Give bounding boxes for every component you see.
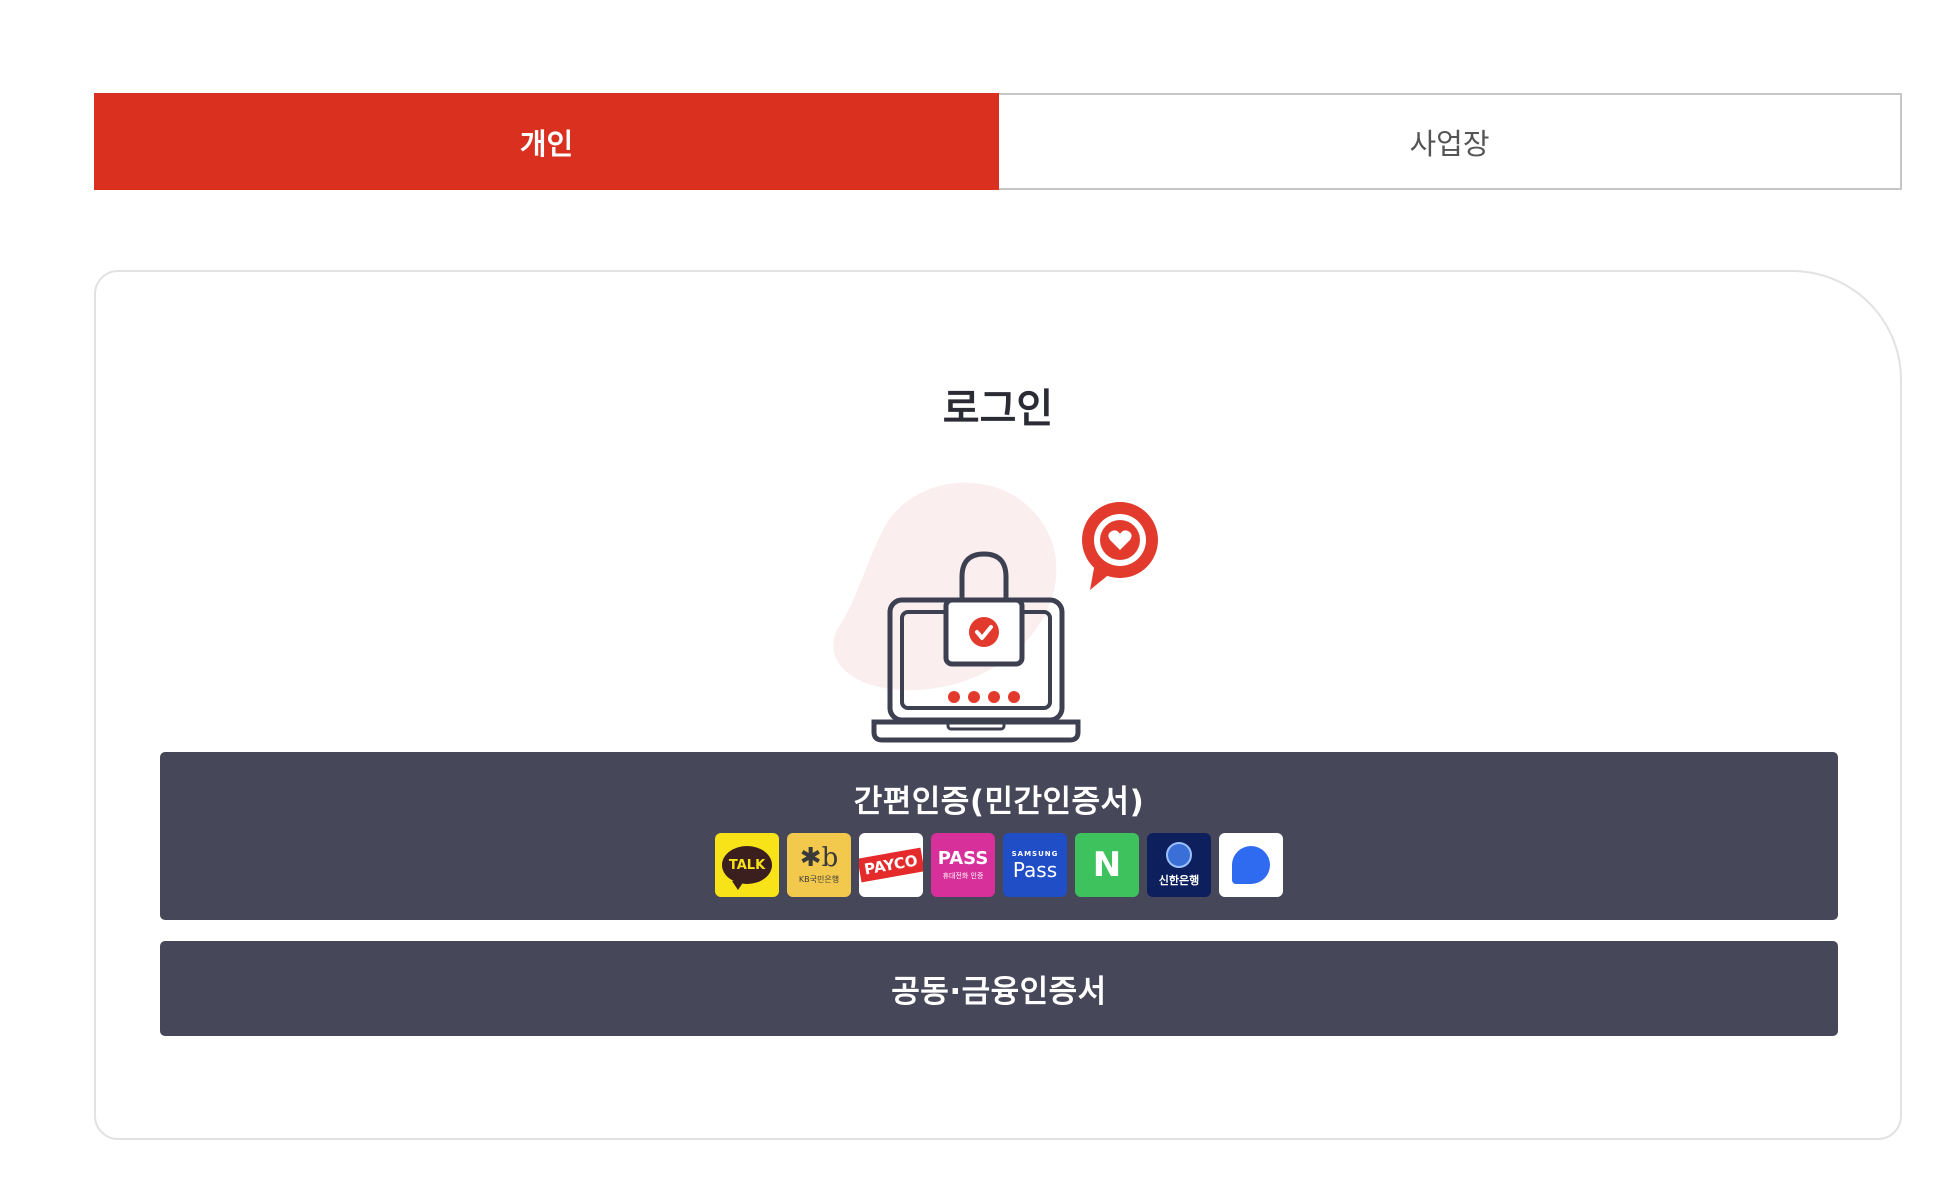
simple-auth-button[interactable]: 간편인증(민간인증서) TALK ✱b KB국민은행 PAYCO PASS 휴대… — [160, 752, 1838, 920]
laptop-lock-illustration — [833, 482, 1158, 743]
shinhan-bank-icon[interactable]: 신한은행 — [1147, 833, 1211, 897]
payco-icon[interactable]: PAYCO — [859, 833, 923, 897]
laptop-base — [871, 719, 1081, 743]
page: 개인 사업장 로그인 간편인증(민간인증서) TALK ✱b KB국민은행 PA… — [0, 0, 1952, 1200]
pass-icon[interactable]: PASS 휴대전화 인증 — [931, 833, 995, 897]
certificate-auth-button[interactable]: 공동·금융인증서 — [160, 941, 1838, 1036]
simple-auth-label: 간편인증(민간인증서) — [853, 784, 1145, 820]
samsung-pass-icon[interactable]: SAMSUNG Pass — [1003, 833, 1067, 897]
tab-business[interactable]: 사업장 — [999, 93, 1902, 190]
toss-icon[interactable] — [1219, 833, 1283, 897]
naver-icon[interactable]: N — [1075, 833, 1139, 897]
kb-bank-icon[interactable]: ✱b KB국민은행 — [787, 833, 851, 897]
tab-personal[interactable]: 개인 — [94, 93, 999, 190]
heart-bubble-icon — [1082, 502, 1158, 590]
certificate-auth-label: 공동·금융인증서 — [891, 974, 1107, 1010]
login-type-tabs: 개인 사업장 — [94, 93, 1902, 190]
provider-list: TALK ✱b KB국민은행 PAYCO PASS 휴대전화 인증 SAMSUN… — [160, 833, 1838, 897]
login-title: 로그인 — [942, 386, 1054, 432]
login-card: 로그인 간편인증(민간인증서) TALK ✱b KB국민은행 PAYCO PAS… — [94, 270, 1902, 1140]
kakao-talk-icon[interactable]: TALK — [715, 833, 779, 897]
